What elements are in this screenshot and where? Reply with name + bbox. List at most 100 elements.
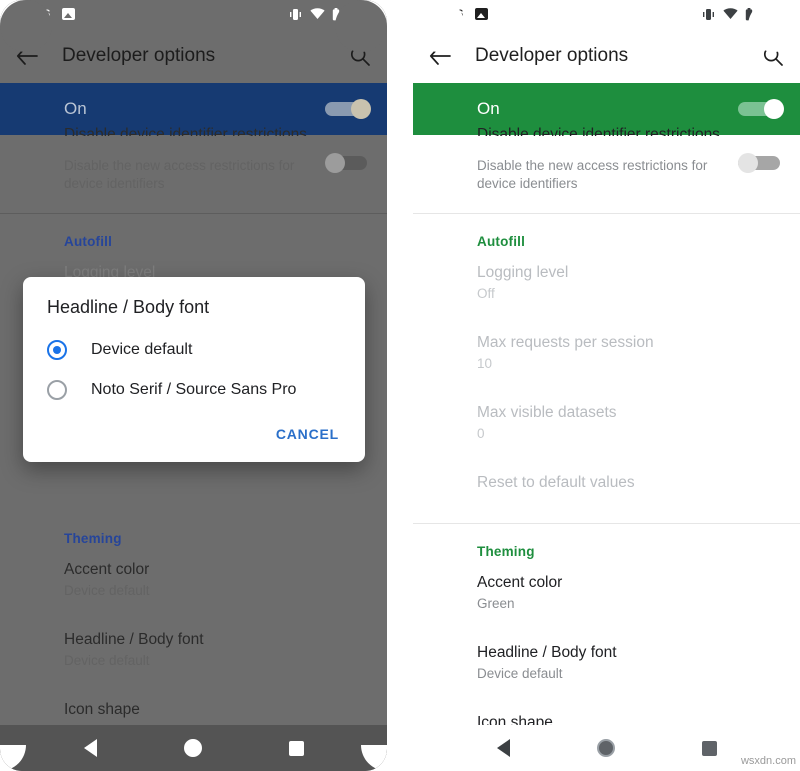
banner-label: On: [64, 99, 87, 118]
row-title: Headline / Body font: [64, 631, 204, 648]
row-value: Device default: [64, 653, 150, 668]
nav-home-icon[interactable]: [596, 739, 615, 757]
row-texts: Headline / Body font Device default: [64, 630, 371, 670]
row-title: Icon shape: [64, 701, 140, 718]
battery-icon: [746, 7, 753, 20]
row-value: 10: [477, 356, 493, 371]
switch-thumb: [738, 153, 758, 173]
search-icon[interactable]: [760, 43, 786, 69]
battery-icon: [333, 7, 340, 20]
nav-home-icon[interactable]: [183, 739, 202, 757]
row-texts: Headline / Body font Device default: [477, 643, 784, 683]
clipped-row-title: Disable device identifier restrictions: [64, 126, 307, 136]
screenshot-stage: 18:36 78% Developer options On Disable d…: [0, 0, 800, 771]
right-app-bar: Developer options: [413, 28, 800, 83]
row-texts: Max requests per session 10: [477, 333, 784, 373]
image-icon: [474, 8, 488, 20]
row-subtitle: Disable the new access restrictions for …: [477, 158, 708, 191]
status-right-icons: 78%: [288, 7, 375, 22]
watermark: wsxdn.com: [740, 755, 796, 767]
row-disable-device-identifier-restrictions[interactable]: Disable device identifier restrictions D…: [0, 126, 387, 205]
nav-back-icon[interactable]: [83, 739, 97, 757]
dialog-actions: CANCEL: [23, 410, 365, 454]
row-title: Max visible datasets: [477, 404, 617, 421]
search-icon[interactable]: [347, 43, 373, 69]
left-phone-screenshot: 18:36 78% Developer options On Disable d…: [0, 0, 387, 771]
nav-recents-icon[interactable]: [288, 740, 304, 756]
left-phone-screen: 18:36 78% Developer options On Disable d…: [0, 0, 387, 771]
row-texts: Logging level Off: [477, 263, 784, 303]
row-reset-to-default-values[interactable]: Reset to default values: [413, 455, 800, 505]
section-heading-theming: Theming: [477, 544, 535, 559]
row-subtitle: Disable the new access restrictions for …: [64, 158, 295, 191]
row-title: Max requests per session: [477, 334, 654, 351]
clipped-row-title: Disable device identifier restrictions: [477, 126, 720, 136]
section-heading-autofill: Autofill: [477, 234, 526, 249]
page-title: Developer options: [475, 44, 629, 66]
battery-percent: 78%: [348, 6, 375, 22]
back-arrow-icon[interactable]: [427, 43, 453, 69]
left-status-bar: 18:36 78%: [0, 0, 387, 28]
switch-thumb: [325, 153, 345, 173]
wifi-icon: [723, 8, 738, 19]
row-logging-level[interactable]: Logging level Off: [413, 255, 800, 315]
vibrate-icon: [290, 8, 302, 20]
vibrate-icon: [703, 8, 715, 20]
dialog-option-device-default[interactable]: Device default: [23, 330, 365, 370]
row-texts: Disable the new access restrictions for …: [64, 143, 313, 193]
battery-percent: 78%: [761, 6, 788, 22]
bottom-left-corner: [413, 745, 439, 771]
row-texts: Accent color Green: [477, 573, 784, 613]
headline-body-font-dialog: Headline / Body font Device default Noto…: [23, 277, 365, 462]
status-time: 18:36: [16, 6, 51, 22]
right-status-bar: 18:36 78%: [413, 0, 800, 28]
developer-options-switch[interactable]: [325, 99, 371, 119]
option-label: Noto Serif / Source Sans Pro: [91, 381, 297, 398]
section-heading-autofill: Autofill: [64, 234, 113, 249]
row-texts: Reset to default values: [477, 473, 784, 493]
row-max-requests-per-session[interactable]: Max requests per session 10: [413, 315, 800, 385]
row-value: Device default: [477, 666, 563, 681]
option-label: Device default: [91, 341, 193, 358]
bottom-left-corner: [0, 745, 26, 771]
radio-selected-icon[interactable]: [47, 340, 67, 360]
row-title: Logging level: [477, 264, 569, 281]
nav-back-icon[interactable]: [496, 739, 510, 757]
row-texts: Max visible datasets 0: [477, 403, 784, 443]
switch-thumb: [764, 99, 784, 119]
right-phone-screenshot: 18:36 78% Developer options On Disable d…: [413, 0, 800, 771]
developer-options-switch[interactable]: [738, 99, 784, 119]
cancel-button[interactable]: CANCEL: [268, 420, 347, 448]
dialog-title: Headline / Body font: [47, 297, 210, 317]
status-time: 18:36: [429, 6, 464, 22]
back-arrow-icon[interactable]: [14, 43, 40, 69]
row-value: Device default: [64, 583, 150, 598]
section-heading-theming: Theming: [64, 531, 122, 546]
row-texts: Disable the new access restrictions for …: [477, 143, 726, 193]
row-max-visible-datasets[interactable]: Max visible datasets 0: [413, 385, 800, 455]
row-texts: Accent color Device default: [64, 560, 371, 600]
row-accent-color[interactable]: Accent color Device default: [0, 552, 387, 612]
row-headline-body-font[interactable]: Headline / Body font Device default: [0, 612, 387, 682]
row-title: Accent color: [477, 574, 563, 591]
dialog-option-noto-serif-source-sans-pro[interactable]: Noto Serif / Source Sans Pro: [23, 370, 365, 410]
status-right-icons: 78%: [701, 7, 788, 22]
nav-recents-icon[interactable]: [701, 740, 717, 756]
row-title: Reset to default values: [477, 474, 635, 491]
row-headline-body-font[interactable]: Headline / Body font Device default: [413, 625, 800, 695]
row-value: 0: [477, 426, 485, 441]
row-value: Off: [477, 286, 495, 301]
row-title: Accent color: [64, 561, 150, 578]
left-app-bar: Developer options: [0, 28, 387, 83]
row-title: Headline / Body font: [477, 644, 617, 661]
row-disable-device-identifier-restrictions[interactable]: Disable device identifier restrictions D…: [413, 126, 800, 205]
row-value: Green: [477, 596, 515, 611]
left-navigation-bar: [0, 725, 387, 771]
right-settings-list: Disable device identifier restrictions D…: [413, 126, 800, 765]
right-phone-screen: 18:36 78% Developer options On Disable d…: [413, 0, 800, 771]
bottom-right-corner: [361, 745, 387, 771]
banner-label: On: [477, 99, 500, 118]
row-accent-color[interactable]: Accent color Green: [413, 565, 800, 625]
page-title: Developer options: [62, 44, 216, 66]
radio-unselected-icon[interactable]: [47, 380, 67, 400]
